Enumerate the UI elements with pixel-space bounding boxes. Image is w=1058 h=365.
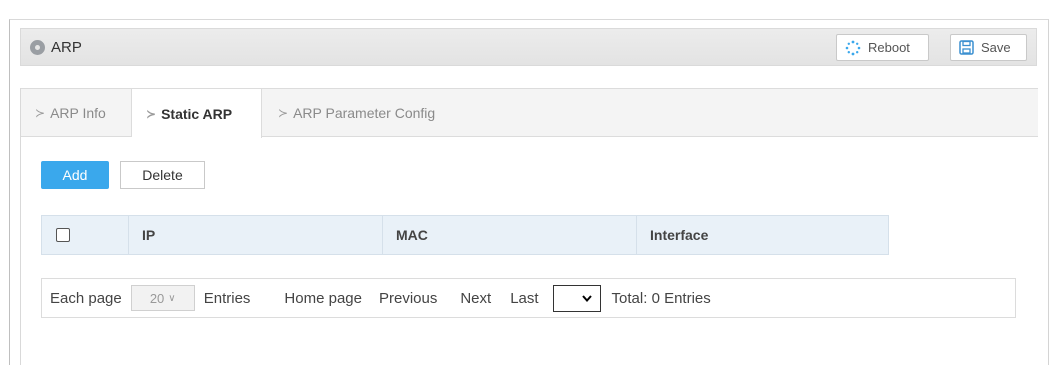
each-page-label: Each page: [50, 289, 122, 307]
tab-label: Static ARP: [161, 105, 233, 122]
floppy-disk-icon: [959, 40, 974, 55]
spinner-icon: [845, 40, 861, 55]
next-link[interactable]: Next: [460, 290, 491, 307]
table-header: IP MAC Interface: [41, 215, 889, 255]
tab-arp-parameter-config[interactable]: ≻ ARP Parameter Config: [264, 89, 464, 137]
select-all-cell: [42, 216, 129, 254]
column-header-interface[interactable]: Interface: [637, 216, 888, 254]
reboot-button[interactable]: Reboot: [836, 34, 929, 61]
select-all-checkbox[interactable]: [56, 228, 70, 242]
title-bar: ARP Reboot Save: [20, 28, 1037, 66]
tab-strip: ≻ ARP Info ≻ Static ARP ≻ ARP Parameter …: [21, 88, 1038, 138]
previous-link[interactable]: Previous: [379, 290, 437, 307]
page-number-select[interactable]: [552, 284, 601, 312]
column-header-ip[interactable]: IP: [129, 216, 383, 254]
save-label: Save: [981, 40, 1011, 55]
last-link[interactable]: Last: [510, 290, 538, 307]
add-button[interactable]: Add: [41, 161, 109, 189]
page-size-select[interactable]: 20 ∨: [130, 285, 195, 311]
total-entries-label: Total: 0 Entries: [611, 289, 711, 307]
tab-arp-info[interactable]: ≻ ARP Info: [21, 89, 132, 137]
entries-label: Entries: [203, 289, 251, 307]
chevron-down-icon: ∨: [168, 292, 176, 304]
pagination-bar: Each page 20 ∨ Entries Home page Previou…: [41, 278, 1016, 318]
chevron-right-icon: ≻: [35, 106, 46, 120]
chevron-right-icon: ≻: [278, 106, 289, 120]
tab-label: ARP Parameter Config: [293, 105, 436, 121]
home-page-link[interactable]: Home page: [284, 290, 362, 307]
reboot-label: Reboot: [868, 40, 910, 55]
delete-button[interactable]: Delete: [120, 161, 205, 189]
circle-icon: [30, 40, 45, 55]
tab-static-arp[interactable]: ≻ Static ARP: [132, 89, 262, 138]
save-button[interactable]: Save: [950, 34, 1027, 61]
column-header-mac[interactable]: MAC: [383, 216, 637, 254]
page-title: ARP: [51, 39, 82, 56]
chevron-right-icon: ≻: [146, 106, 157, 121]
chevron-down-icon: [581, 294, 592, 302]
page-size-value: 20: [149, 290, 165, 306]
tab-label: ARP Info: [50, 105, 106, 121]
